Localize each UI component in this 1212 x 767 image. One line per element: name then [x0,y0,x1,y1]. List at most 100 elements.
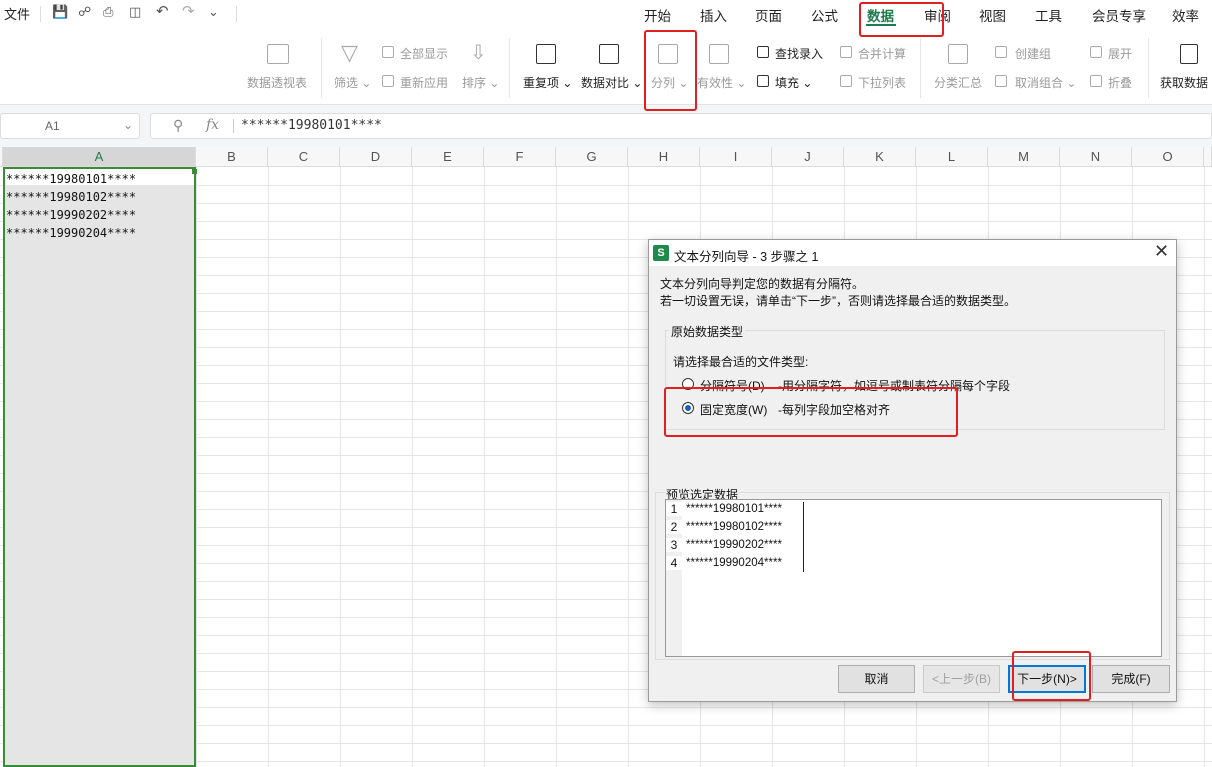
show-all-button[interactable]: 全部显示 [400,45,448,62]
column-header-o[interactable]: O [1132,147,1204,167]
column-header-e[interactable]: E [412,147,484,167]
preview-area[interactable]: 1 2 3 4 ******19980101**** ******1998010… [665,499,1162,657]
column-header-i[interactable]: I [700,147,772,167]
create-group-button[interactable]: 创建组 [1015,45,1051,62]
divider [321,38,322,98]
sort-button[interactable]: 排序 ⌄ [462,74,499,91]
close-icon[interactable]: ✕ [1154,241,1169,262]
dialog-description-1: 文本分列向导判定您的数据有分隔符。 [660,277,865,291]
undo-icon[interactable]: ↶ [156,2,169,20]
fixed-width-label[interactable]: 固定宽度(W) [700,401,767,418]
subtotal-icon [948,44,968,64]
duplicates-icon [536,44,556,64]
column-header-h[interactable]: H [628,147,700,167]
validity-button[interactable]: 有效性 ⌄ [697,74,746,91]
dialog-title-bar[interactable]: S 文本分列向导 - 3 步骤之 1 ✕ [649,240,1176,266]
split-column-icon [658,44,678,64]
delimited-radio[interactable] [682,378,694,390]
preview-row: ******19990204**** [686,557,782,569]
tab-insert[interactable]: 插入 [700,5,727,25]
data-compare-button[interactable]: 数据对比 ⌄ [581,74,642,91]
data-compare-icon [599,44,619,64]
preview-row-number: 4 [666,556,682,570]
subtotal-button[interactable]: 分类汇总 [934,74,982,91]
dropdown-list-button[interactable]: 下拉列表 [858,74,906,91]
tab-page[interactable]: 页面 [755,5,782,25]
column-header-p[interactable] [1204,147,1212,167]
chevron-down-icon[interactable]: ⌄ [123,118,133,132]
get-data-button[interactable]: 获取数据 [1160,74,1208,91]
tab-efficiency[interactable]: 效率 [1172,5,1199,25]
group-title: 原始数据类型 [669,323,746,340]
reapply-button[interactable]: 重新应用 [400,74,448,91]
fixed-width-description: -每列字段加空格对齐 [778,403,890,417]
fixed-width-radio[interactable] [682,402,694,414]
preview-row: ******19980102**** [686,521,782,533]
split-column-button[interactable]: 分列 ⌄ [651,74,688,91]
column-header-m[interactable]: M [988,147,1060,167]
lookup-icon [757,46,769,58]
print-icon[interactable]: ⎙ [103,4,113,20]
app-logo-icon: S [653,245,669,261]
divider [509,38,510,98]
formula-bar: A1 ⌄ ⚲ fx ******19980101**** [0,105,1212,147]
zoom-icon[interactable]: ⚲ [173,117,183,134]
tab-home[interactable]: 开始 [644,5,671,25]
tab-view[interactable]: 视图 [979,5,1006,25]
sort-icon: ⇩ [470,42,487,64]
column-break-line[interactable] [803,502,804,572]
reapply-icon [382,75,394,87]
chevron-down-icon[interactable]: ⌄ [208,4,219,20]
dialog-description-2: 若一切设置无误，请单击“下一步”，否则请选择最合适的数据类型。 [660,294,1016,308]
share-icon[interactable]: ☍ [78,4,91,20]
text-to-columns-dialog: S 文本分列向导 - 3 步骤之 1 ✕ 文本分列向导判定您的数据有分隔符。 若… [648,239,1177,702]
pivot-table-button[interactable]: 数据透视表 [247,74,307,91]
column-header-a[interactable]: A [3,147,196,167]
filter-button[interactable]: 筛选 ⌄ [334,74,371,91]
expand-button[interactable]: 展开 [1108,45,1132,62]
formula-content: ******19980101**** [241,118,382,133]
column-header-c[interactable]: C [268,147,340,167]
save-icon[interactable]: 💾 [52,4,68,20]
column-header-b[interactable]: B [196,147,268,167]
name-box-value: A1 [45,119,60,133]
fill-handle[interactable] [192,169,197,174]
create-group-icon [995,46,1007,58]
next-button[interactable]: 下一步(N)> [1008,665,1086,693]
divider [40,6,41,22]
preview-row-number: 1 [666,502,682,516]
tab-formula[interactable]: 公式 [811,5,838,25]
print-preview-icon[interactable]: ◫ [129,4,141,20]
column-header-n[interactable]: N [1060,147,1132,167]
lookup-entry-button[interactable]: 查找录入 [775,45,823,62]
file-type-prompt: 请选择最合适的文件类型: [673,355,809,369]
tab-member[interactable]: 会员专享 [1092,5,1146,25]
tab-data[interactable]: 数据 [867,5,894,25]
ungroup-button[interactable]: 取消组合 ⌄ [1015,74,1076,91]
column-header-f[interactable]: F [484,147,556,167]
column-header-j[interactable]: J [772,147,844,167]
tab-review[interactable]: 审阅 [924,5,951,25]
fx-icon[interactable]: fx [206,117,219,133]
column-header-l[interactable]: L [916,147,988,167]
formula-input[interactable]: ⚲ fx ******19980101**** [150,113,1212,139]
back-button[interactable]: <上一步(B) [923,665,1000,693]
collapse-button[interactable]: 折叠 [1108,74,1132,91]
tab-tools[interactable]: 工具 [1035,5,1062,25]
duplicates-button[interactable]: 重复项 ⌄ [523,74,572,91]
delimited-label[interactable]: 分隔符号(D) [700,377,765,394]
title-bar: 文件 💾 ☍ ⎙ ◫ ↶ ↷ ⌄ 开始 插入 页面 公式 数据 审阅 视图 工具… [0,0,1212,30]
pivot-table-icon [267,44,289,64]
file-menu[interactable]: 文件 [4,4,30,23]
fill-button[interactable]: 填充 ⌄ [775,74,812,91]
column-header-g[interactable]: G [556,147,628,167]
name-box[interactable]: A1 ⌄ [0,113,140,139]
column-header-d[interactable]: D [340,147,412,167]
column-header-k[interactable]: K [844,147,916,167]
consolidate-button[interactable]: 合并计算 [858,45,906,62]
preview-row-number: 3 [666,538,682,552]
finish-button[interactable]: 完成(F) [1092,665,1170,693]
cancel-button[interactable]: 取消 [838,665,915,693]
show-all-icon [382,46,394,58]
redo-icon[interactable]: ↷ [182,2,195,20]
